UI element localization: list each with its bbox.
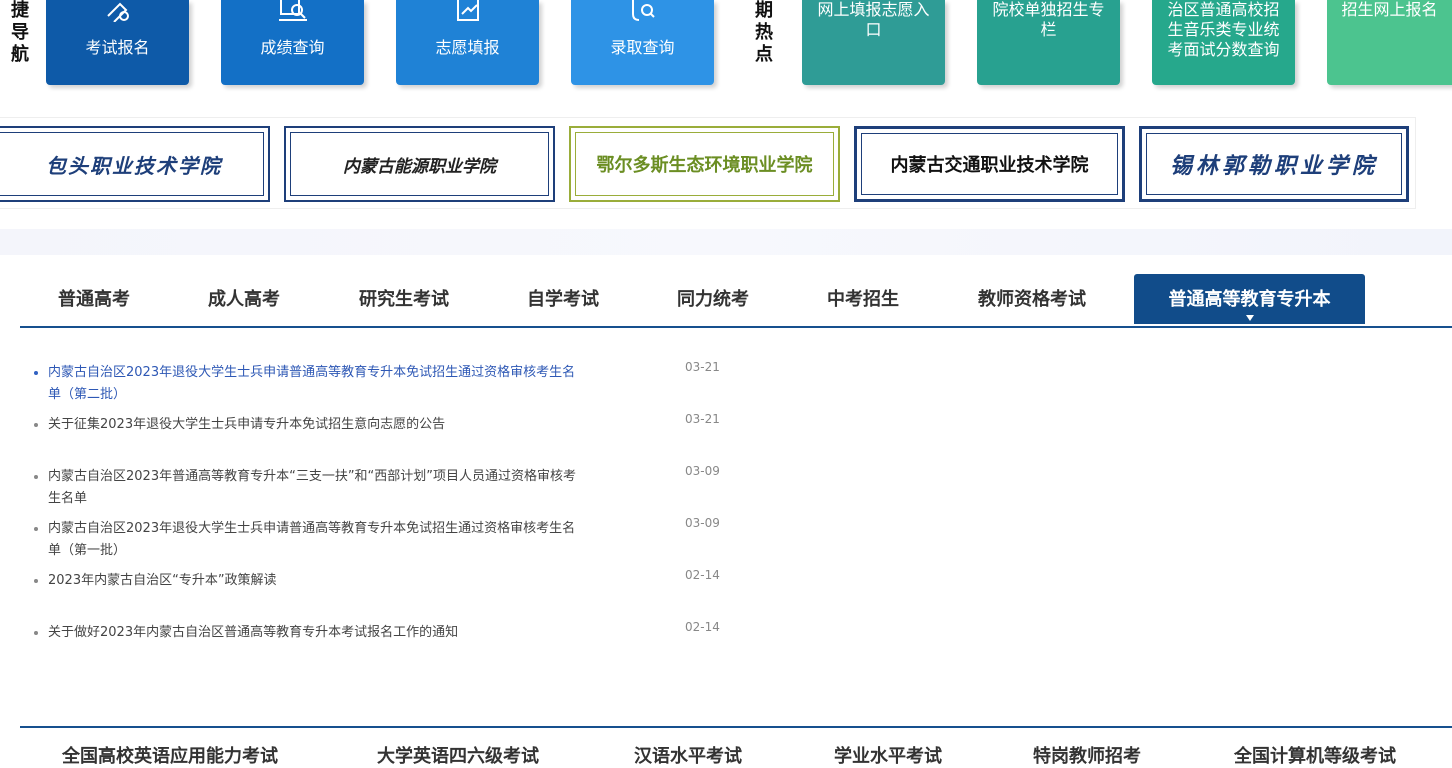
tab-zhongkao[interactable]: 中考招生: [809, 274, 917, 324]
admission-icon: [631, 0, 655, 21]
quick-nav-admission-query[interactable]: 录取查询: [571, 0, 714, 85]
hot-label-char: 期: [755, 0, 773, 21]
tab-teacher-cert[interactable]: 教师资格考试: [959, 274, 1105, 324]
tab-self-study[interactable]: 自学考试: [509, 274, 617, 324]
tab-upgrade-undergrad[interactable]: 普通高等教育专升本: [1134, 274, 1365, 324]
tab-special-teacher[interactable]: 特岗教师招考: [1033, 742, 1141, 768]
tab-cet[interactable]: 大学英语四六级考试: [377, 742, 539, 768]
quick-nav-label: 捷 导 航: [8, 0, 32, 66]
news-date: 02-14: [685, 568, 720, 582]
news-date: 03-21: [685, 360, 720, 374]
school-logo-transport[interactable]: 内蒙古交通职业技术学院: [854, 126, 1125, 202]
news-title[interactable]: 内蒙古自治区2023年退役大学生士兵申请普通高等教育专升本免试招生通过资格审核考…: [48, 362, 578, 406]
quick-nav-label-char: 航: [11, 44, 29, 65]
hot-label-char: 点: [755, 44, 773, 65]
tab-label: 普通高等教育专升本: [1168, 289, 1331, 310]
news-title[interactable]: 内蒙古自治区2023年退役大学生士兵申请普通高等教育专升本免试招生通过资格审核考…: [48, 518, 578, 562]
hot-item-text: 网上填报志愿入口: [817, 0, 930, 39]
hot-label-char: 热: [755, 22, 773, 43]
school-logo-xilingol[interactable]: 锡林郭勒职业学院: [1139, 126, 1409, 202]
hot-item-text: 招生网上报名: [1341, 0, 1438, 19]
pen-icon: [106, 2, 129, 22]
secondary-exam-tabs: 全国高校英语应用能力考试 大学英语四六级考试 汉语水平考试 学业水平考试 特岗教…: [20, 726, 1452, 767]
caret-down-icon: [1245, 315, 1254, 321]
hot-item-text: 院校单独招生专栏: [992, 0, 1105, 39]
tab-tongli-exam[interactable]: 同力统考: [659, 274, 767, 324]
school-name: 内蒙古交通职业技术学院: [890, 155, 1089, 176]
bullet-icon: [34, 527, 38, 531]
school-name: 包头职业技术学院: [46, 153, 222, 178]
bullet-icon: [34, 631, 38, 635]
bullet-icon: [34, 579, 38, 583]
news-title[interactable]: 关于做好2023年内蒙古自治区普通高等教育专升本考试报名工作的通知: [48, 622, 578, 644]
hot-topics-label: 期 热 点: [752, 0, 776, 66]
news-title[interactable]: 关于征集2023年退役大学生士兵申请专升本免试招生意向志愿的公告: [48, 414, 578, 436]
tab-academic-level[interactable]: 学业水平考试: [834, 742, 942, 768]
bullet-icon: [34, 423, 38, 427]
hot-online-volunteer-entry[interactable]: 网上填报志愿入口: [802, 0, 945, 85]
quick-nav-label-text: 成绩查询: [260, 38, 325, 57]
bullet-icon: [34, 371, 38, 375]
quick-nav-label-char: 导: [11, 22, 29, 43]
hot-independent-admission[interactable]: 院校单独招生专栏: [977, 0, 1120, 85]
quick-nav-label-text: 录取查询: [610, 38, 675, 57]
hot-item-text: 治区普通高校招生音乐类专业统考面试分数查询: [1167, 0, 1280, 59]
bullet-icon: [34, 475, 38, 479]
news-title[interactable]: 2023年内蒙古自治区“专升本”政策解读: [48, 570, 578, 592]
hot-music-score-query[interactable]: 治区普通高校招生音乐类专业统考面试分数查询: [1152, 0, 1295, 85]
tab-computer-rank[interactable]: 全国计算机等级考试: [1234, 742, 1396, 768]
quick-nav-volunteer-fill[interactable]: 志愿填报: [396, 0, 539, 85]
school-logo-ordos[interactable]: 鄂尔多斯生态环境职业学院: [569, 126, 840, 202]
news-date: 03-21: [685, 412, 720, 426]
school-name: 锡林郭勒职业学院: [1169, 153, 1378, 179]
quick-nav-exam-registration[interactable]: 考试报名: [46, 0, 189, 85]
school-logo-energy[interactable]: 内蒙古能源职业学院: [284, 126, 555, 202]
news-date: 02-14: [685, 620, 720, 634]
quick-nav-label-char: 捷: [11, 0, 29, 21]
divider-band: [0, 229, 1452, 255]
quick-nav-label-text: 考试报名: [85, 38, 150, 57]
edit-form-icon: [456, 0, 479, 21]
hot-online-registration[interactable]: 招生网上报名: [1327, 0, 1452, 85]
school-name: 鄂尔多斯生态环境职业学院: [596, 155, 813, 176]
exam-category-tabs: 普通高考 成人高考 研究生考试 自学考试 同力统考 中考招生 教师资格考试 普通…: [20, 274, 1452, 328]
news-date: 03-09: [685, 464, 720, 478]
tab-gaokao[interactable]: 普通高考: [40, 274, 148, 324]
quick-nav-label-text: 志愿填报: [435, 38, 500, 57]
school-logo-baotou[interactable]: 包头职业技术学院: [0, 126, 270, 202]
school-logo-strip: 包头职业技术学院 内蒙古能源职业学院 鄂尔多斯生态环境职业学院 内蒙古交通职业技…: [0, 117, 1416, 209]
tab-hsk[interactable]: 汉语水平考试: [634, 742, 742, 768]
tab-graduate-exam[interactable]: 研究生考试: [340, 274, 468, 324]
tab-english-application[interactable]: 全国高校英语应用能力考试: [62, 742, 278, 768]
school-name: 内蒙古能源职业学院: [343, 156, 496, 177]
tab-adult-exam[interactable]: 成人高考: [190, 274, 298, 324]
search-doc-icon: [278, 0, 307, 21]
quick-nav-score-query[interactable]: 成绩查询: [221, 0, 364, 85]
news-date: 03-09: [685, 516, 720, 530]
news-title[interactable]: 内蒙古自治区2023年普通高等教育专升本“三支一扶”和“西部计划”项目人员通过资…: [48, 466, 578, 510]
